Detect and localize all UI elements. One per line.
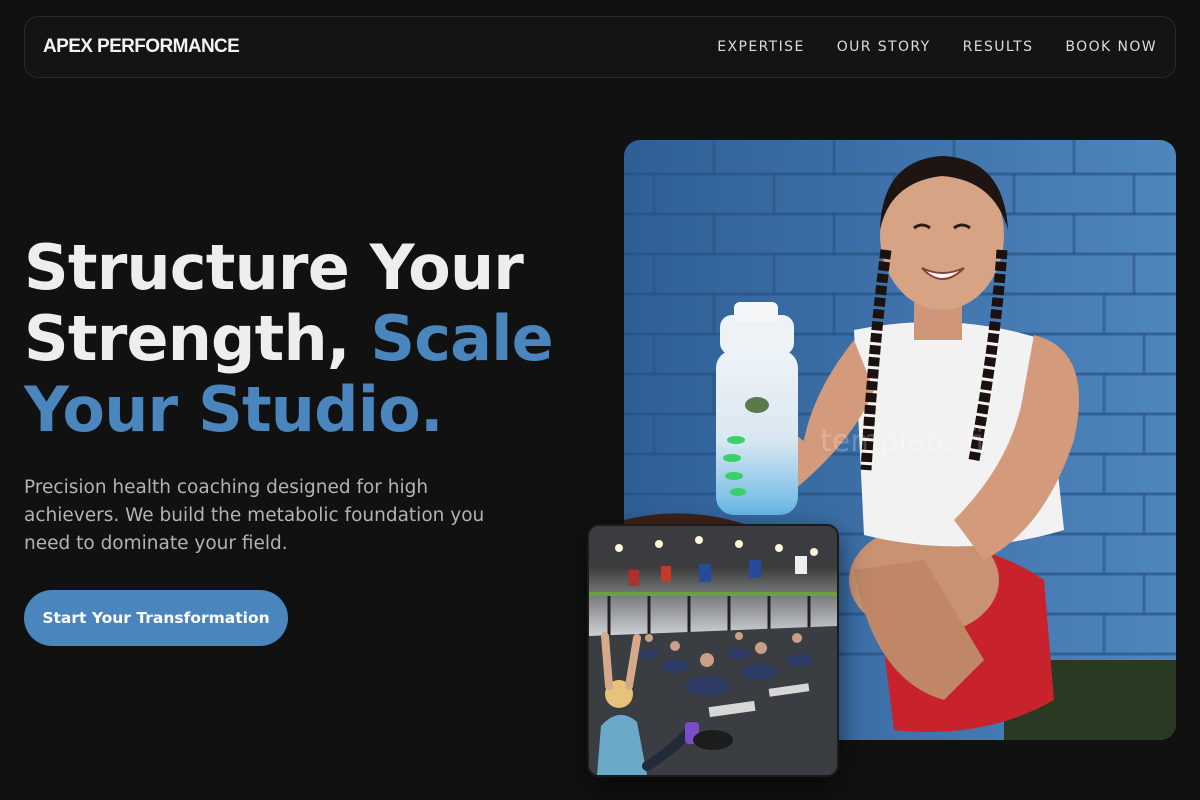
top-navigation-bar: APEX PERFORMANCE EXPERTISE OUR STORY RES… [24, 16, 1176, 78]
hero-subtitle: Precision health coaching designed for h… [24, 477, 485, 554]
nav-link-our-story[interactable]: OUR STORY [837, 39, 931, 55]
nav-link-expertise[interactable]: EXPERTISE [717, 39, 804, 55]
headline-line-1: Structure Your [24, 231, 524, 304]
image-watermark: template.fi [820, 424, 984, 459]
nav-links: EXPERTISE OUR STORY RESULTS BOOK NOW [717, 39, 1157, 55]
nav-link-book-now[interactable]: BOOK NOW [1065, 39, 1157, 55]
brand-logo-text[interactable]: APEX PERFORMANCE [43, 36, 240, 58]
nav-link-results[interactable]: RESULTS [963, 39, 1034, 55]
headline-line-2-accent: Scale [370, 302, 553, 375]
start-transformation-button[interactable]: Start Your Transformation [24, 590, 288, 646]
headline-line-3-accent: Your Studio. [24, 373, 444, 446]
hero-headline: Structure Your Strength, Scale Your Studio… [24, 232, 604, 445]
group-class-illustration [589, 526, 837, 775]
group-class-image [587, 524, 839, 777]
headline-line-2-plain: Strength, [24, 302, 371, 375]
